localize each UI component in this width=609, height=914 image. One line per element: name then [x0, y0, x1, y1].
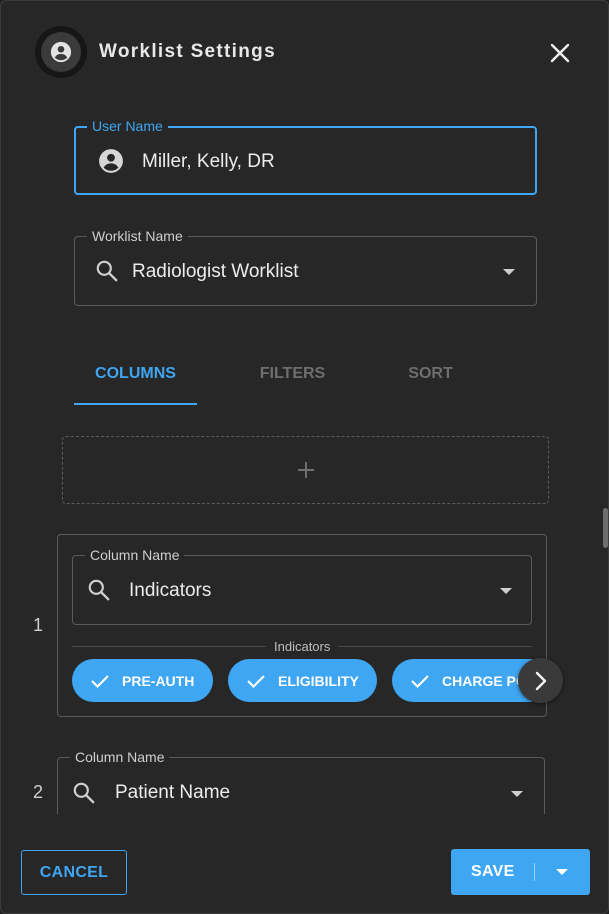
tab-filters[interactable]: FILTERS: [231, 365, 354, 383]
chevron-down-icon: [503, 269, 515, 275]
cancel-button[interactable]: CANCEL: [21, 850, 127, 895]
chevron-right-icon: [535, 671, 546, 690]
column-name-label: Column Name: [85, 547, 185, 563]
dialog-title: Worklist Settings: [99, 41, 276, 62]
save-button-label: SAVE: [471, 863, 515, 880]
check-icon: [410, 673, 430, 689]
avatar: [35, 26, 87, 78]
add-column-button[interactable]: [62, 436, 549, 504]
save-button-divider: [534, 863, 535, 881]
tab-columns[interactable]: COLUMNS: [74, 365, 197, 383]
column-2-clip: Column Name Patient Name: [1, 741, 608, 814]
chevron-down-icon: [511, 791, 523, 797]
chip-pre-auth[interactable]: PRE-AUTH: [72, 659, 213, 702]
chevron-down-icon: [500, 588, 512, 594]
account-circle-icon: [98, 148, 124, 174]
chevron-down-icon[interactable]: [556, 869, 568, 875]
tab-sort[interactable]: SORT: [369, 365, 492, 383]
chip-label: ELIGIBILITY: [278, 672, 359, 689]
check-icon: [90, 673, 110, 689]
scrollbar-thumb[interactable]: [603, 508, 608, 548]
close-button[interactable]: [545, 38, 575, 68]
worklist-name-label: Worklist Name: [87, 228, 188, 244]
active-tab-indicator: [74, 403, 197, 405]
indicator-chip-list: PRE-AUTH ELIGIBILITY CHARGE POSTED: [72, 659, 532, 703]
worklist-name-value: Radiologist Worklist: [132, 261, 299, 282]
chip-charge-posted[interactable]: CHARGE POSTED: [392, 659, 532, 702]
close-icon: [550, 43, 570, 63]
plus-icon: [297, 462, 314, 478]
chip-eligibility[interactable]: ELIGIBILITY: [228, 659, 377, 702]
chips-scroll-right-button[interactable]: [518, 658, 563, 703]
worklist-settings-dialog: Worklist Settings User Name Miller, Kell…: [0, 0, 609, 914]
column-name-value: Indicators: [129, 580, 212, 601]
search-icon: [86, 577, 112, 603]
column-name-select[interactable]: Column Name Patient Name: [57, 749, 545, 814]
search-icon: [94, 258, 120, 284]
worklist-name-select[interactable]: Worklist Name Radiologist Worklist: [74, 228, 537, 306]
user-name-field[interactable]: User Name Miller, Kelly, DR: [74, 118, 537, 195]
user-name-label: User Name: [87, 118, 168, 134]
column-number: 1: [33, 615, 44, 635]
chip-label: PRE-AUTH: [122, 672, 195, 689]
column-name-select[interactable]: Column Name Indicators: [72, 547, 532, 625]
account-circle-icon: [41, 32, 81, 72]
save-split-button[interactable]: SAVE: [451, 849, 590, 895]
check-icon: [246, 673, 266, 689]
indicators-label: Indicators: [266, 639, 339, 654]
search-icon: [71, 780, 97, 806]
user-name-value: Miller, Kelly, DR: [142, 151, 275, 172]
column-name-label: Column Name: [70, 749, 170, 765]
column-name-value: Patient Name: [115, 782, 231, 803]
